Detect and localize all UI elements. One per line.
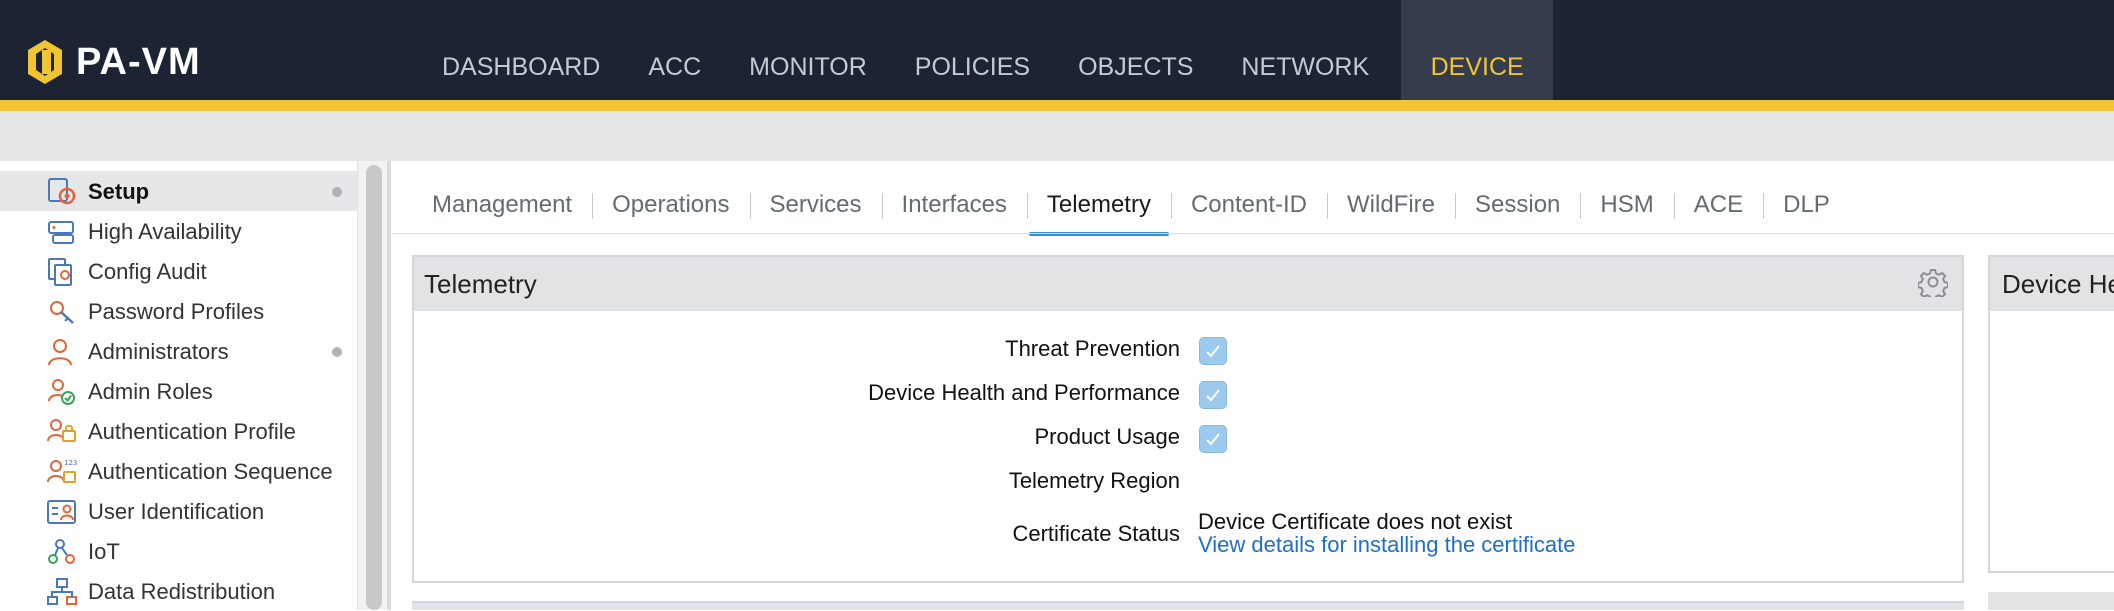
sidebar-item-label: User Identification	[88, 499, 265, 524]
sidebar-item-label: Authentication Profile	[88, 419, 296, 444]
checkmark-icon	[1206, 345, 1220, 358]
password-profiles-icon	[50, 301, 74, 324]
setup-tabs: Management Operations Services Interface…	[412, 176, 1850, 236]
telemetry-region-label: Telemetry Region	[1008, 468, 1180, 493]
sub-toolbar	[0, 111, 2114, 161]
sidebar-item-label: Administrators	[88, 339, 229, 364]
status-dot	[332, 187, 342, 197]
tab-wildfire[interactable]: WildFire	[1327, 176, 1455, 234]
sidebar-item-label: Password Profiles	[88, 299, 265, 324]
sidebar-item-password-profiles[interactable]: Password Profiles	[0, 291, 357, 331]
tab-hsm[interactable]: HSM	[1580, 176, 1673, 234]
sidebar-item-label: Admin Roles	[88, 379, 213, 404]
sidebar-item-authentication-profile[interactable]: Authentication Profile	[0, 411, 357, 451]
device-health-panel: Device He	[1988, 255, 2114, 573]
sidebar-item-admin-roles[interactable]: Admin Roles	[0, 371, 357, 411]
sidebar-item-label: IoT	[88, 539, 120, 564]
tab-interfaces[interactable]: Interfaces	[881, 176, 1027, 234]
checkmark-icon	[1206, 433, 1220, 446]
sidebar-item-authentication-sequence[interactable]: 123 Authentication Sequence	[0, 451, 357, 491]
tab-dlp[interactable]: DLP	[1763, 176, 1850, 234]
sidebar-item-config-audit[interactable]: Config Audit	[0, 251, 357, 291]
tab-telemetry[interactable]: Telemetry	[1026, 176, 1171, 236]
sidebar-item-label: Authentication Sequence	[88, 459, 333, 484]
tabs-divider	[392, 233, 2114, 234]
setup-gear-icon	[48, 178, 76, 205]
iot-icon	[48, 539, 75, 564]
sidebar-item-administrators[interactable]: Administrators	[0, 331, 357, 371]
logo: PA-VM	[24, 38, 201, 86]
tab-operations[interactable]: Operations	[592, 176, 749, 234]
nav-policies[interactable]: POLICIES	[891, 0, 1054, 100]
sidebar-item-label: Data Redistribution	[88, 579, 276, 604]
nav-acc[interactable]: ACC	[624, 0, 725, 100]
next-panel-header	[412, 601, 1964, 610]
telemetry-panel: Telemetry Threat Prevention Device Healt…	[412, 255, 1964, 583]
nav-objects[interactable]: OBJECTS	[1054, 0, 1217, 100]
nav-dashboard[interactable]: DASHBOARD	[418, 0, 624, 100]
sidebar-item-data-redistribution[interactable]: Data Redistribution	[0, 571, 357, 611]
device-health-panel-header: Device He	[1990, 257, 2114, 311]
nav-monitor[interactable]: MONITOR	[725, 0, 891, 100]
high-availability-icon	[48, 221, 74, 244]
sidebar-item-user-identification[interactable]: User Identification	[0, 491, 357, 531]
device-health-checkbox[interactable]	[1199, 381, 1227, 409]
user-identification-icon	[47, 500, 76, 524]
sidebar-scrollbar-thumb[interactable]	[366, 165, 382, 610]
sidebar-item-label: Config Audit	[88, 259, 207, 284]
accent-stripe	[0, 100, 2114, 111]
checkmark-icon	[1206, 389, 1220, 402]
sidebar-item-setup[interactable]: Setup	[0, 171, 357, 211]
pane-divider[interactable]	[387, 161, 391, 610]
top-navigation-bar: PA-VM DASHBOARD ACC MONITOR POLICIES OBJ…	[0, 0, 2114, 100]
product-usage-label: Product Usage	[1034, 424, 1180, 449]
threat-prevention-label: Threat Prevention	[1005, 336, 1180, 361]
sidebar-item-iot[interactable]: IoT	[0, 531, 357, 571]
nav-network[interactable]: NETWORK	[1217, 0, 1393, 100]
tab-services[interactable]: Services	[749, 176, 882, 234]
tab-session[interactable]: Session	[1455, 176, 1580, 234]
gear-icon[interactable]	[1918, 267, 1948, 297]
next-side-panel-header	[1988, 592, 2114, 610]
tab-ace[interactable]: ACE	[1673, 176, 1763, 234]
svg-text:123: 123	[64, 459, 77, 467]
admin-roles-icon	[48, 379, 75, 405]
product-usage-checkbox[interactable]	[1199, 425, 1227, 453]
data-redistribution-icon	[47, 578, 77, 605]
logo-text: PA-VM	[76, 40, 201, 83]
administrator-user-icon	[48, 339, 72, 366]
nav-device[interactable]: DEVICE	[1401, 0, 1554, 100]
authentication-profile-icon	[47, 419, 76, 442]
threat-prevention-checkbox[interactable]	[1199, 337, 1227, 365]
sidebar-item-label: Setup	[88, 179, 150, 204]
sidebar-item-label: High Availability	[88, 219, 242, 244]
sidebar: Setup High Availability Config Audit Pas…	[0, 161, 357, 610]
main-nav: DASHBOARD ACC MONITOR POLICIES OBJECTS N…	[418, 0, 1554, 100]
pa-logo-icon	[28, 40, 62, 84]
tab-management[interactable]: Management	[412, 176, 592, 234]
config-audit-icon	[48, 258, 72, 286]
telemetry-panel-header: Telemetry	[414, 257, 1962, 311]
tab-content-id[interactable]: Content-ID	[1170, 176, 1327, 234]
install-certificate-link[interactable]: View details for installing the certific…	[1198, 532, 1575, 558]
device-health-label: Device Health and Performance	[868, 380, 1180, 405]
sidebar-item-high-availability[interactable]: High Availability	[0, 211, 357, 251]
status-dot	[332, 347, 342, 357]
authentication-sequence-icon: 123	[47, 459, 77, 483]
panel-title: Telemetry	[424, 268, 537, 299]
certificate-status-label: Certificate Status	[1012, 521, 1180, 546]
